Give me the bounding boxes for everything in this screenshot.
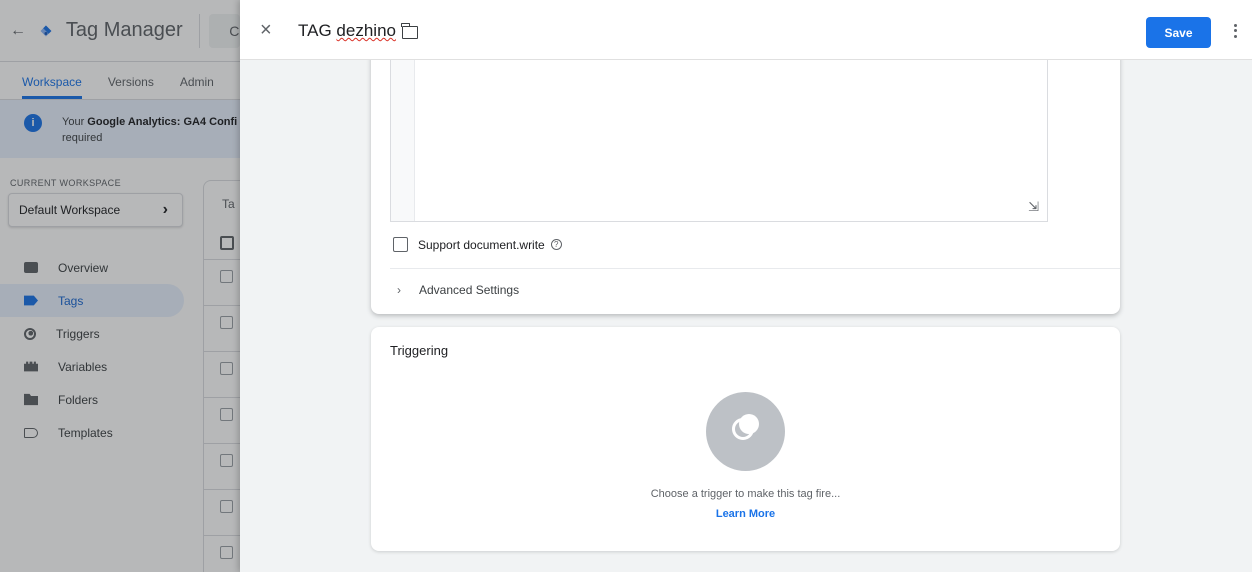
close-icon[interactable]: ×: [260, 20, 272, 40]
advanced-settings-toggle[interactable]: › Advanced Settings: [397, 283, 519, 297]
more-vert-icon[interactable]: [1230, 19, 1240, 43]
trigger-empty-icon[interactable]: [706, 392, 785, 471]
divider: [390, 268, 1120, 269]
learn-more-link[interactable]: Learn More: [371, 508, 1120, 520]
support-document-write-checkbox[interactable]: [393, 237, 408, 252]
html-code-editor[interactable]: ⇲: [390, 42, 1048, 222]
tag-editor-panel: ⇲ Support document.write ? › Advanced Se…: [240, 0, 1252, 572]
line-number-gutter: [391, 42, 415, 221]
save-button[interactable]: Save: [1146, 17, 1211, 48]
tag-configuration-card: ⇲ Support document.write ? › Advanced Se…: [371, 42, 1120, 314]
support-document-write-option: Support document.write ?: [393, 237, 562, 252]
help-icon[interactable]: ?: [550, 239, 562, 250]
trigger-empty-message: Choose a trigger to make this tag fire..…: [650, 488, 841, 500]
support-document-write-label: Support document.write: [418, 237, 545, 252]
folder-icon[interactable]: [401, 23, 418, 39]
advanced-settings-label: Advanced Settings: [419, 283, 520, 297]
tag-name-word: dezhino: [336, 21, 396, 40]
triggering-title: Triggering: [390, 343, 449, 358]
resize-handle-icon[interactable]: ⇲: [1028, 199, 1039, 215]
triggering-card[interactable]: Triggering Choose a trigger to make this…: [371, 327, 1120, 551]
tag-name-title[interactable]: TAG dezhino: [298, 21, 396, 41]
editor-header: × TAG dezhino Save: [240, 0, 1252, 60]
chevron-right-icon: ›: [397, 283, 401, 297]
modal-scrim[interactable]: [0, 0, 240, 572]
